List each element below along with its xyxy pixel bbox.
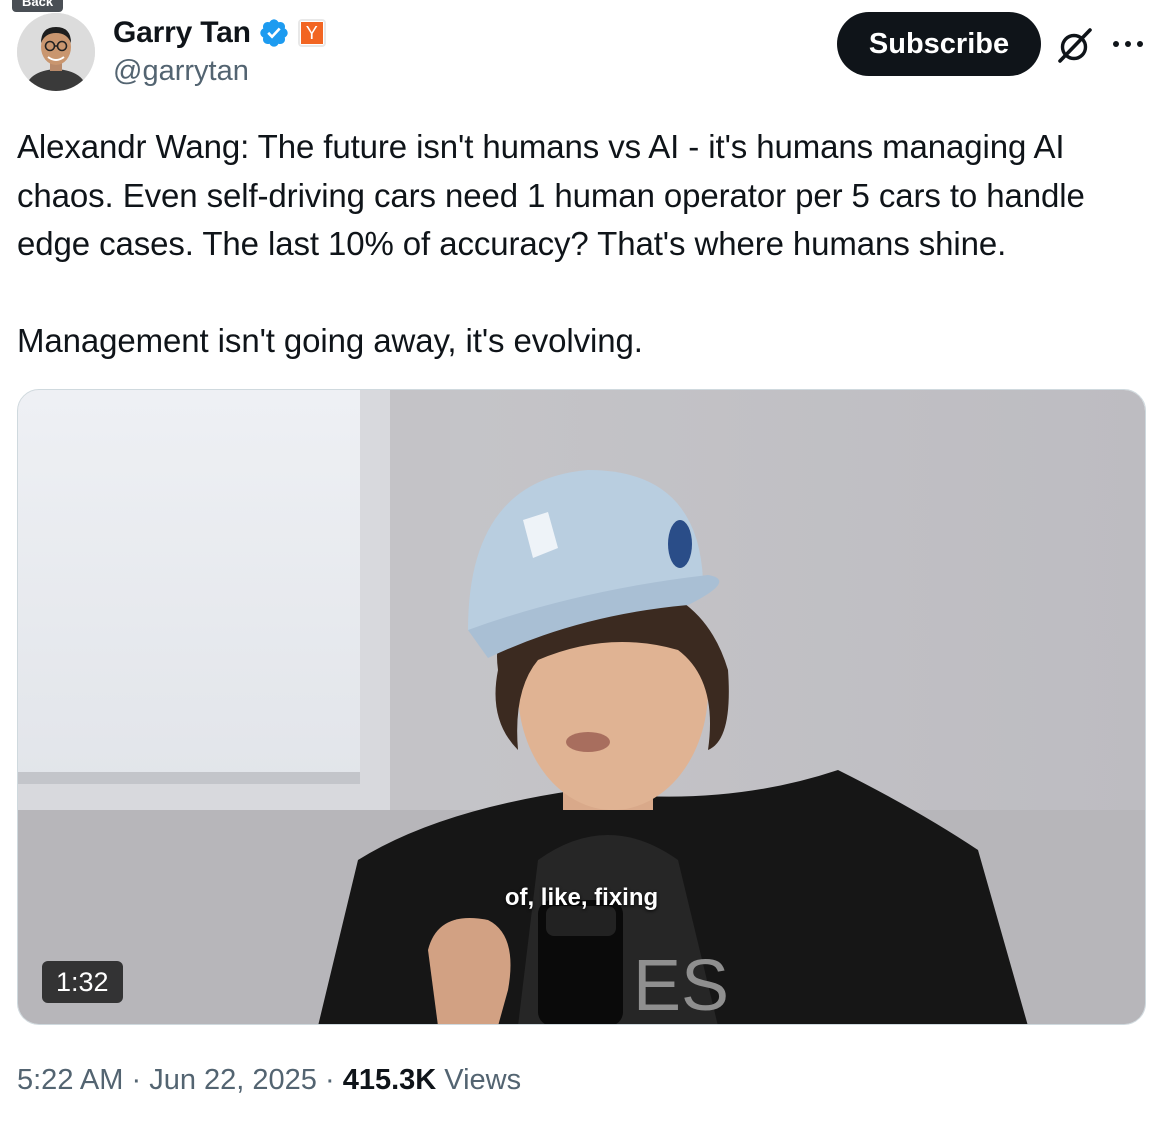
meta-separator: · xyxy=(131,1064,142,1096)
back-button[interactable]: Back xyxy=(12,0,64,12)
video-frame: ES xyxy=(18,390,1145,1025)
subscribe-button[interactable]: Subscribe xyxy=(837,12,1041,76)
video-duration-badge: 1:32 xyxy=(42,961,123,1003)
video-caption: of, like, fixing xyxy=(504,884,659,911)
author-name-row: Garry Tan Y xyxy=(113,14,326,52)
yc-badge-letter: Y xyxy=(300,22,323,44)
yc-affiliate-badge-icon[interactable]: Y xyxy=(297,19,326,47)
more-options-icon[interactable] xyxy=(1110,30,1146,58)
views-count: 415.3K xyxy=(342,1064,437,1096)
video-player[interactable]: ES of, like, fixing 1:32 xyxy=(17,389,1146,1025)
author-handle[interactable]: @garrytan xyxy=(113,55,249,88)
tweet-text: Alexandr Wang: The future isn't humans v… xyxy=(17,123,1157,366)
tweet-date[interactable]: Jun 22, 2025 xyxy=(149,1064,317,1096)
tweet-paragraph: Management isn't going away, it's evolvi… xyxy=(17,322,643,359)
avatar[interactable] xyxy=(17,13,95,91)
tweet-meta: 5:22 AM · Jun 22, 2025 · 415.3K Views xyxy=(17,1064,521,1097)
views-label: Views xyxy=(444,1064,522,1096)
tweet-time[interactable]: 5:22 AM xyxy=(17,1064,123,1096)
svg-text:ES: ES xyxy=(633,946,729,1025)
avatar-image xyxy=(17,13,95,91)
meta-separator: · xyxy=(324,1064,335,1096)
grok-icon[interactable] xyxy=(1056,26,1094,64)
verified-badge-icon xyxy=(260,19,288,47)
tweet-paragraph: Alexandr Wang: The future isn't humans v… xyxy=(17,128,1094,262)
display-name[interactable]: Garry Tan xyxy=(113,16,251,50)
